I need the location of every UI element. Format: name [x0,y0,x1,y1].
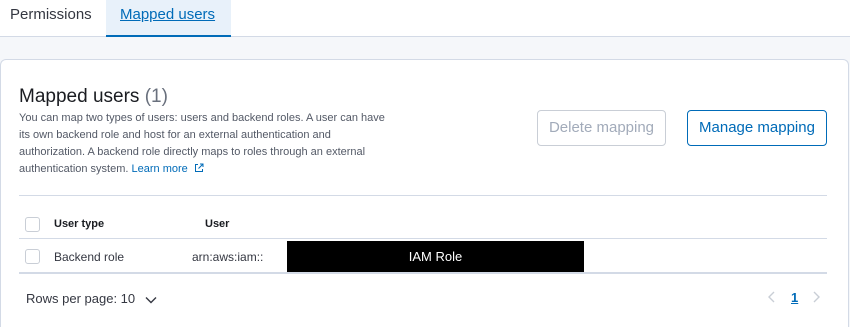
mapped-users-panel: Mapped users (1) You can map two types o… [0,59,849,327]
column-header-user-type[interactable]: User type [54,218,104,230]
tab-bar: Permissions Mapped users [0,0,850,37]
table-row: Backend role arn:aws:iam:: IAM Role [19,240,827,274]
tab-mapped-users[interactable]: Mapped users [106,0,231,37]
learn-more-link[interactable]: Learn more [132,163,204,175]
section-description: You can map two types of users: users an… [19,110,387,178]
tab-permissions[interactable]: Permissions [10,0,92,37]
redacted-user-arn: IAM Role [287,241,584,272]
column-header-user[interactable]: User [205,218,229,230]
next-page-icon[interactable] [811,290,821,304]
tab-mapped-users-label: Mapped users [120,6,216,23]
mapped-users-count: (1) [144,86,168,107]
row-checkbox[interactable] [25,249,40,264]
previous-page-icon[interactable] [767,290,777,304]
cell-user-prefix: arn:aws:iam:: [192,250,264,264]
page-title: Mapped users (1) [19,86,168,108]
learn-more-label: Learn more [131,163,188,175]
page-number-1[interactable]: 1 [791,290,798,305]
section-title: Mapped users [19,86,140,107]
external-link-icon [194,163,204,172]
select-all-checkbox[interactable] [25,217,40,232]
chevron-down-icon [145,296,157,304]
cell-user-type: Backend role [54,250,125,264]
delete-mapping-button[interactable]: Delete mapping [537,110,666,146]
rows-per-page-selector[interactable]: Rows per page: 10 [26,291,157,306]
manage-mapping-button[interactable]: Manage mapping [687,110,827,146]
section-divider [19,195,827,196]
table-header: User type User [19,215,827,239]
rows-per-page-label: Rows per page: 10 [26,291,136,306]
